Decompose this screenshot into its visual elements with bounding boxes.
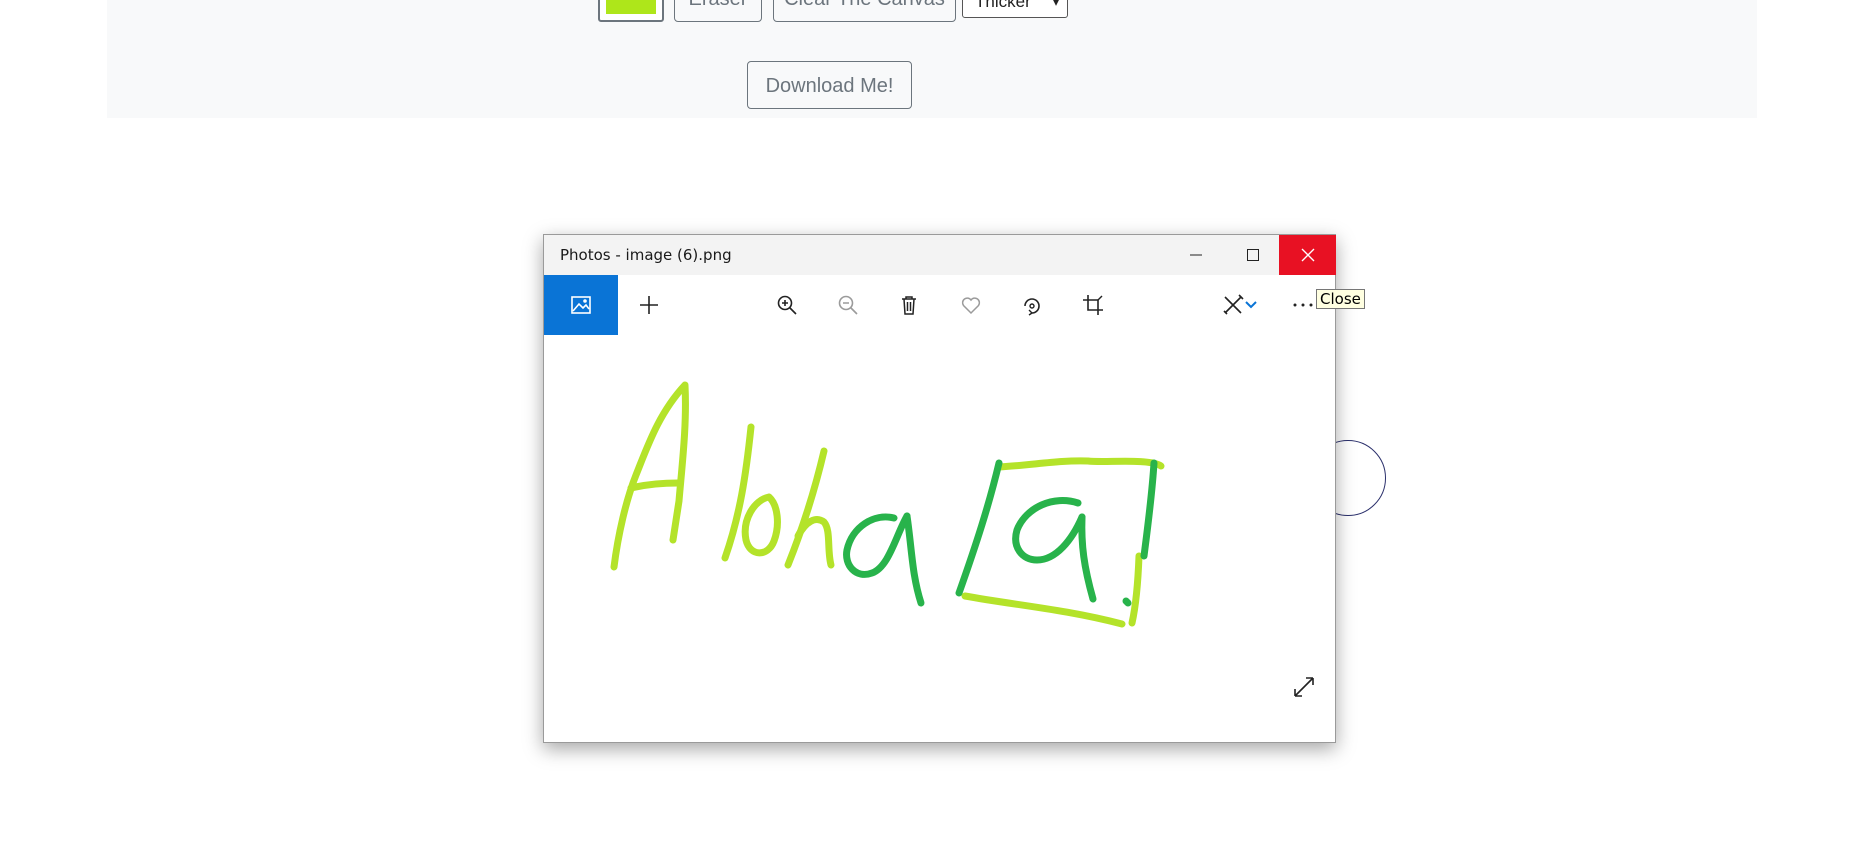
crop-button[interactable] bbox=[1068, 275, 1118, 335]
delete-button[interactable] bbox=[884, 275, 934, 335]
rotate-button[interactable] bbox=[1007, 275, 1057, 335]
rotate-icon bbox=[1024, 298, 1040, 316]
trash-icon bbox=[902, 296, 916, 315]
photos-window: Photos - image (6).png bbox=[543, 234, 1336, 743]
photos-command-bar bbox=[544, 275, 1335, 335]
close-icon bbox=[1301, 248, 1314, 262]
thickness-selected-value: Thicker bbox=[975, 0, 1031, 11]
edit-create-dropdown[interactable] bbox=[1236, 275, 1266, 335]
zoom-in-button[interactable] bbox=[762, 275, 812, 335]
close-button[interactable] bbox=[1279, 235, 1336, 275]
chevron-down-icon: ▾ bbox=[1052, 0, 1059, 9]
favorite-button[interactable] bbox=[946, 275, 996, 335]
heart-icon bbox=[961, 297, 981, 315]
maximize-icon bbox=[1247, 249, 1259, 261]
crop-icon bbox=[1083, 295, 1103, 315]
drawing-strokes-dark bbox=[843, 459, 1158, 607]
title-bar[interactable]: Photos - image (6).png bbox=[544, 235, 1336, 275]
chevron-down-icon bbox=[1245, 301, 1257, 309]
full-screen-button[interactable] bbox=[1288, 671, 1320, 703]
zoom-in-icon bbox=[777, 295, 797, 315]
add-to-button[interactable] bbox=[624, 275, 674, 335]
color-picker[interactable] bbox=[598, 0, 664, 22]
maximize-button[interactable] bbox=[1225, 235, 1281, 275]
more-icon bbox=[1293, 303, 1313, 307]
selected-color-fill bbox=[606, 0, 656, 14]
expand-icon bbox=[1294, 677, 1314, 697]
see-all-photos-button[interactable] bbox=[544, 275, 618, 335]
clear-canvas-button[interactable]: Clear The Canvas bbox=[773, 0, 956, 22]
image-viewer bbox=[544, 335, 1335, 742]
zoom-out-button[interactable] bbox=[823, 275, 873, 335]
eraser-button[interactable]: Eraser bbox=[674, 0, 762, 22]
download-button[interactable]: Download Me! bbox=[747, 61, 912, 109]
plus-icon bbox=[640, 296, 658, 314]
displayed-image bbox=[610, 381, 1165, 628]
window-title: Photos - image (6).png bbox=[560, 246, 732, 264]
zoom-out-icon bbox=[838, 295, 858, 315]
close-tooltip: Close bbox=[1316, 289, 1365, 309]
thickness-select[interactable]: Thicker ▾ bbox=[962, 0, 1068, 18]
photo-icon bbox=[571, 296, 591, 314]
minimize-icon bbox=[1190, 254, 1202, 256]
minimize-button[interactable] bbox=[1168, 235, 1224, 275]
